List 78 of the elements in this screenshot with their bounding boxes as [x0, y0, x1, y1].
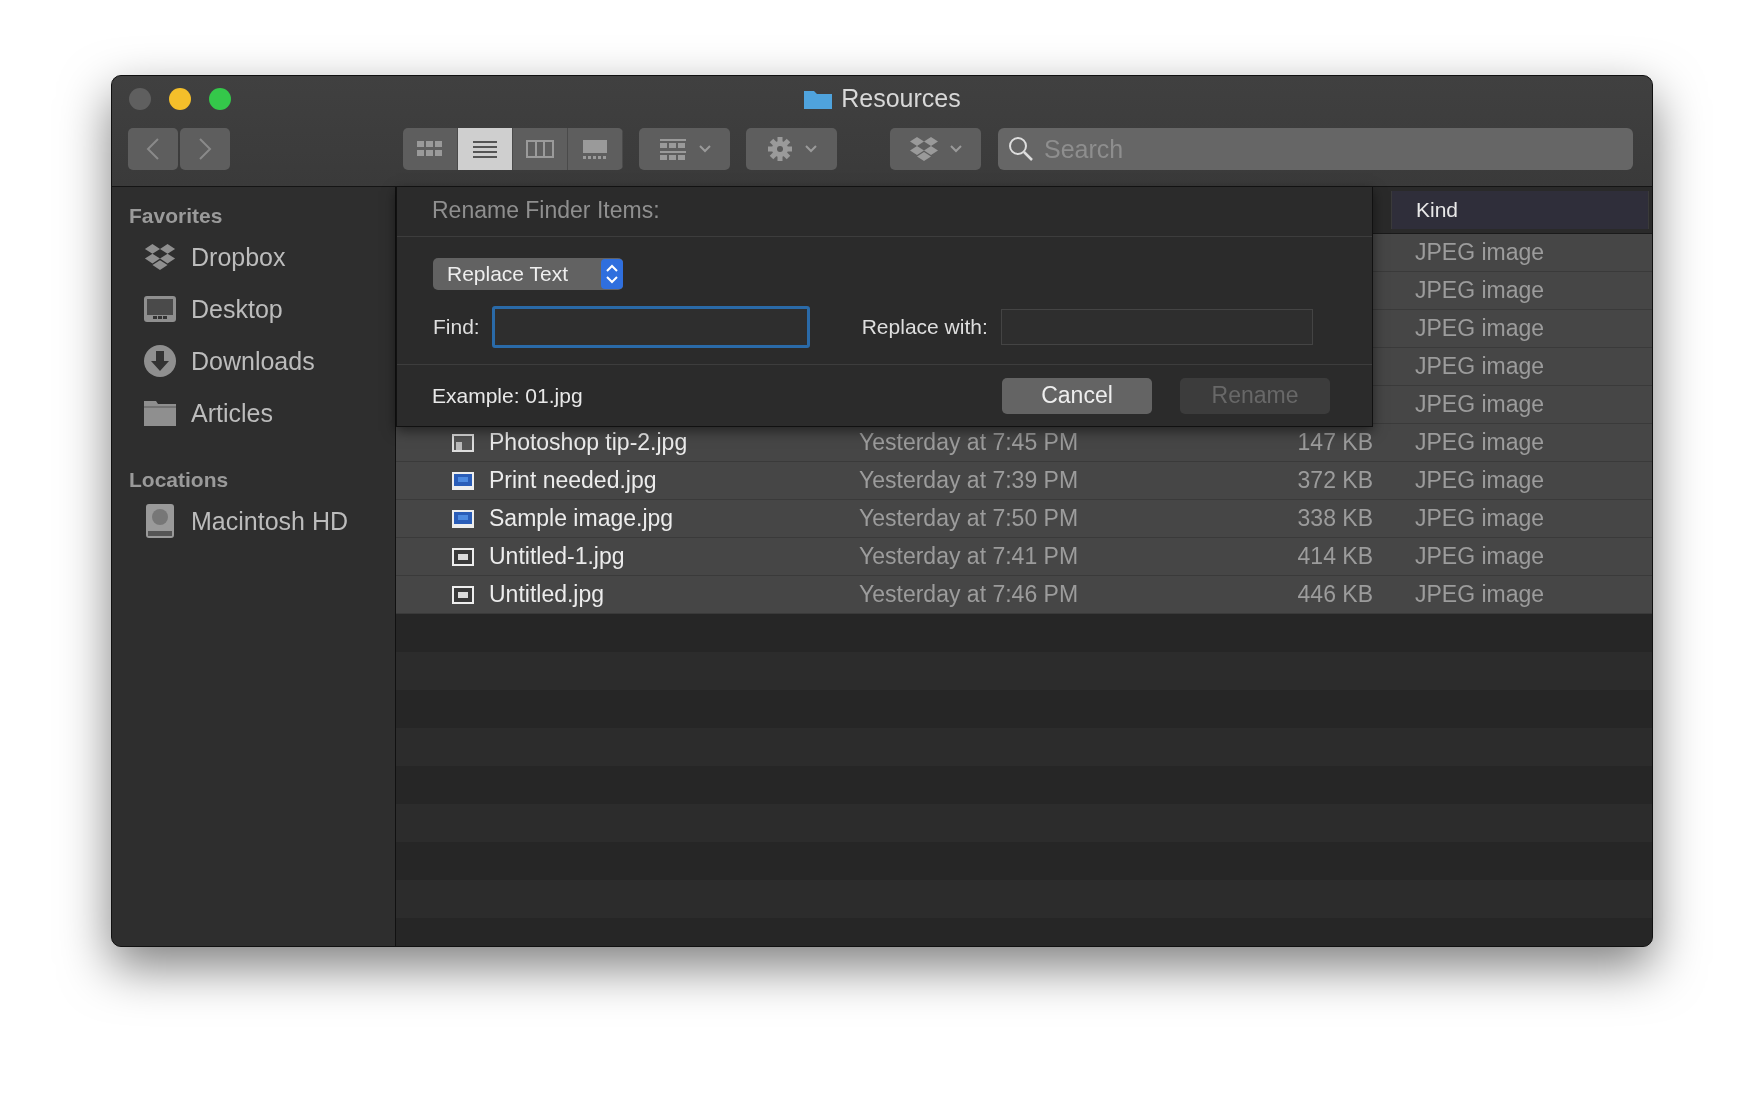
- sidebar-item[interactable]: Dropbox: [129, 231, 395, 283]
- list-view-icon: [470, 138, 500, 160]
- date-modified: Yesterday at 7:39 PM: [859, 467, 1080, 494]
- list-view-button[interactable]: [458, 128, 513, 170]
- window-title: Resources: [841, 84, 961, 113]
- dropbox-button[interactable]: [890, 128, 981, 170]
- example-text: Example: 01.jpg: [432, 383, 583, 408]
- grid-icon: [657, 137, 688, 161]
- sidebar-item[interactable]: Desktop: [129, 283, 395, 335]
- group-button[interactable]: [639, 128, 730, 170]
- image-file-icon: [451, 432, 475, 453]
- date-modified: Yesterday at 7:50 PM: [859, 505, 1080, 532]
- dropbox-icon: [908, 136, 939, 162]
- file-kind: JPEG image: [1415, 315, 1545, 342]
- date-modified: Yesterday at 7:46 PM: [859, 581, 1080, 608]
- hard-drive-icon: [143, 503, 177, 539]
- file-name: Photoshop tip-2.jpg: [489, 429, 689, 456]
- gear-icon: [765, 135, 794, 163]
- sidebar-item[interactable]: Downloads: [129, 335, 395, 387]
- cancel-button[interactable]: Cancel: [1002, 377, 1152, 414]
- file-size: 338 KB: [1296, 505, 1373, 532]
- gallery-view-icon: [580, 138, 610, 160]
- file-size: 414 KB: [1296, 543, 1373, 570]
- search-icon: [1008, 136, 1034, 162]
- mode-dropdown[interactable]: Replace Text: [433, 258, 623, 290]
- image-file-icon: [451, 508, 475, 529]
- file-kind: JPEG image: [1415, 467, 1545, 494]
- file-size: 372 KB: [1296, 467, 1373, 494]
- window-control[interactable]: [209, 88, 231, 110]
- chevron-icon: [948, 144, 963, 154]
- sidebar-heading: Favorites: [129, 203, 224, 229]
- download-icon: [143, 344, 177, 378]
- chevron-icon: [697, 144, 712, 154]
- column-header[interactable]: Kind: [1391, 191, 1649, 229]
- file-kind: JPEG image: [1415, 581, 1545, 608]
- file-size: 446 KB: [1296, 581, 1373, 608]
- image-file-icon: [451, 584, 475, 605]
- file-kind: JPEG image: [1415, 239, 1545, 266]
- file-row[interactable]: Print needed.jpg Yesterday at 7:39 PM 372 KB JPEG image: [396, 462, 1652, 500]
- file-name: Untitled-1.jpg: [489, 543, 626, 570]
- desktop-icon: [143, 295, 177, 323]
- input-field[interactable]: [1000, 309, 1313, 345]
- folder-icon: [143, 399, 177, 427]
- chevron-icon: [803, 144, 818, 154]
- image-file-icon: [451, 470, 475, 491]
- file-kind: JPEG image: [1415, 391, 1545, 418]
- field-label: Replace with:: [861, 315, 988, 339]
- forward-button[interactable]: [180, 128, 230, 170]
- stepper-icon: [601, 259, 623, 289]
- sidebar-heading: Locations: [129, 467, 230, 493]
- file-kind: JPEG image: [1415, 429, 1545, 456]
- date-modified: Yesterday at 7:45 PM: [859, 429, 1080, 456]
- image-file-icon: [451, 546, 475, 567]
- file-row[interactable]: Untitled.jpg Yesterday at 7:46 PM 446 KB JPEG image: [396, 576, 1652, 614]
- dialog-title: Rename Finder Items:: [397, 187, 1372, 237]
- file-size: 147 KB: [1296, 429, 1373, 456]
- date-modified: Yesterday at 7:41 PM: [859, 543, 1080, 570]
- file-kind: JPEG image: [1415, 543, 1545, 570]
- sidebar-item[interactable]: Macintosh HD: [129, 495, 395, 547]
- file-kind: JPEG image: [1415, 353, 1545, 380]
- columns-view-icon: [525, 138, 555, 160]
- action-button[interactable]: [746, 128, 837, 170]
- file-name: Sample image.jpg: [489, 505, 675, 532]
- file-kind: JPEG image: [1415, 505, 1545, 532]
- forward-icon: [198, 137, 212, 161]
- dropbox-icon: [143, 243, 177, 271]
- window-control[interactable]: [169, 88, 191, 110]
- file-name: Print needed.jpg: [489, 467, 658, 494]
- sidebar-item[interactable]: Articles: [129, 387, 395, 439]
- back-icon: [146, 137, 160, 161]
- file-row[interactable]: Untitled-1.jpg Yesterday at 7:41 PM 414 KB JPEG image: [396, 538, 1652, 576]
- file-row[interactable]: Sample image.jpg Yesterday at 7:50 PM 338 KB JPEG image: [396, 500, 1652, 538]
- file-kind: JPEG image: [1415, 277, 1545, 304]
- file-row[interactable]: Photoshop tip-2.jpg Yesterday at 7:45 PM 147 KB JPEG image: [396, 424, 1652, 462]
- field-label: Find:: [433, 315, 480, 339]
- back-button[interactable]: [128, 128, 178, 170]
- file-name: Untitled.jpg: [489, 581, 606, 608]
- input-field[interactable]: [491, 306, 810, 348]
